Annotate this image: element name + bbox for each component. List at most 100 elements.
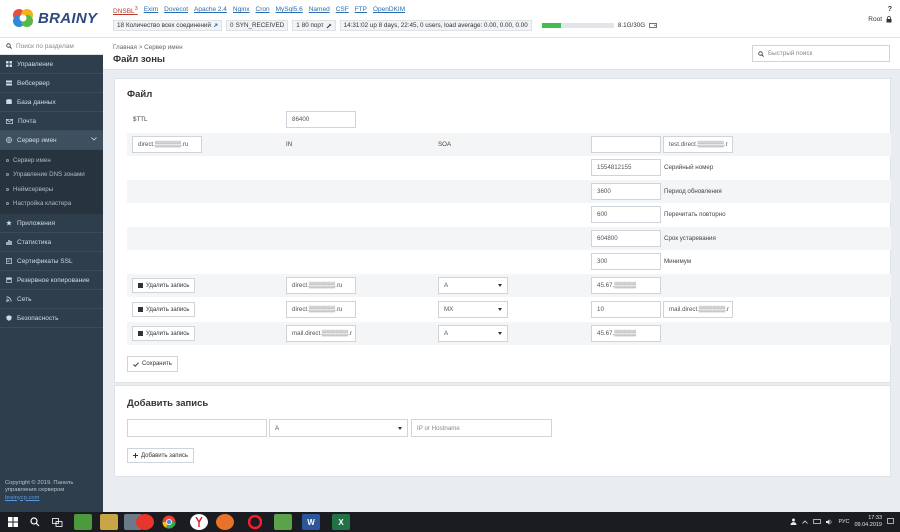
person-icon[interactable] (790, 518, 797, 525)
quick-search[interactable]: Быстрый поиск (752, 45, 890, 62)
service-link-exim[interactable]: Exim (144, 6, 158, 15)
search-icon[interactable] (26, 514, 44, 530)
expire-label: Срок устаревания (664, 235, 716, 242)
record-row-3 (127, 322, 891, 345)
sidebar-search-input[interactable]: Поиск по разделам (16, 43, 74, 50)
service-link-cron[interactable]: Cron (256, 6, 270, 15)
service-link-apache[interactable]: Apache 2.4 (194, 6, 227, 15)
app-icon-2[interactable] (100, 514, 118, 530)
add-name-input[interactable] (127, 419, 267, 437)
help-icon[interactable]: ? (888, 6, 892, 13)
plus-icon (133, 453, 138, 458)
refresh-input[interactable]: 3600 (591, 183, 661, 200)
add-record-button[interactable]: Добавить запись (127, 448, 194, 463)
sidebar-item-mail[interactable]: Почта (0, 112, 103, 131)
opera-icon[interactable] (246, 514, 264, 530)
breadcrumb-current[interactable]: Сервер имен (144, 44, 182, 51)
copyright-link[interactable]: brainycp.com (5, 495, 73, 503)
expire-input[interactable]: 604800 (591, 230, 661, 247)
bar-chart-icon (6, 239, 12, 245)
user-name[interactable]: Root (868, 16, 882, 23)
sidebar-search[interactable]: Поиск по разделам (0, 38, 103, 55)
record-type-select-3[interactable]: A (438, 325, 508, 342)
chrome-icon[interactable] (160, 514, 178, 530)
volume-icon[interactable] (826, 518, 833, 525)
chevron-up-icon[interactable] (802, 519, 809, 524)
delete-record-button-1[interactable]: Удалить запись (132, 278, 196, 293)
sidebar-item-database[interactable]: База данных (0, 93, 103, 112)
sidebar-item-applications[interactable]: Приложения (0, 214, 103, 233)
record-value-input-3[interactable]: 45.67.▒▒▒▒▒ (591, 325, 661, 342)
service-link-named[interactable]: Named (309, 6, 330, 15)
sidebar-item-ssl[interactable]: Сертификаты SSL (0, 252, 103, 271)
task-view-icon[interactable] (48, 514, 66, 530)
service-link-nginx[interactable]: Nginx (233, 6, 250, 15)
serial-input[interactable]: 1554812155 (591, 159, 661, 176)
vivaldi-icon[interactable] (136, 514, 154, 530)
soa-primary-input[interactable] (591, 136, 661, 153)
soa-email-input[interactable]: test.direct.▒▒▒▒▒▒.r (663, 136, 733, 153)
save-button[interactable]: Сохранить (127, 356, 178, 372)
record-value-input-2[interactable]: 10 (591, 301, 661, 318)
retry-input[interactable]: 600 (591, 206, 661, 223)
wrench-icon[interactable] (326, 23, 332, 29)
page-header: Главная > Сервер имен Файл зоны Быстрый … (103, 38, 900, 70)
network-tray-icon[interactable] (813, 518, 822, 525)
submenu-item-nameservers[interactable]: Неймсерверы (0, 182, 103, 197)
record-name-input-1[interactable]: direct.▒▒▒▒▒▒.ru (286, 277, 356, 294)
record-type-select-2[interactable]: MX (438, 301, 508, 318)
sidebar-item-statistics[interactable]: Статистика (0, 233, 103, 252)
brand-logo[interactable]: BRAINY (12, 8, 97, 28)
delete-record-button-3[interactable]: Удалить запись (132, 326, 196, 341)
sidebar-item-management[interactable]: Управление (0, 55, 103, 74)
add-type-select[interactable]: A (269, 419, 408, 437)
submenu-item-dns-zones[interactable]: Управление DNS зонами (0, 168, 103, 183)
add-ip-input[interactable]: IP or Hostname (411, 419, 552, 437)
service-link-mysql[interactable]: MySql5.6 (276, 6, 303, 15)
service-link-dnsbl[interactable]: DNSBL3 (113, 6, 138, 15)
app-icon-4[interactable] (274, 514, 292, 530)
submenu-item-nameserver[interactable]: Сервер имен (0, 153, 103, 168)
windows-start-icon[interactable] (4, 514, 22, 530)
sidebar-item-webserver[interactable]: Вебсервер (0, 74, 103, 93)
soa-type-label: SOA (438, 141, 452, 148)
caret-down-icon (498, 308, 502, 311)
record-value-input-1[interactable]: 45.67.▒▒▒▒▒ (591, 277, 661, 294)
keyboard-language[interactable]: РУС (838, 519, 849, 525)
taskbar-clock[interactable]: 17:33 09.04.2019 (854, 515, 882, 528)
record-name-input-3[interactable]: mail.direct.▒▒▒▒▒▒.r (286, 325, 356, 342)
record-type-select-1[interactable]: A (438, 277, 508, 294)
windows-taskbar: W X РУС 17:33 09.04.2019 (0, 512, 900, 532)
yandex-browser-icon[interactable] (190, 514, 208, 530)
delete-record-button-2[interactable]: Удалить запись (132, 302, 196, 317)
disk-usage-fill (541, 23, 562, 28)
hdd-icon (649, 23, 658, 28)
submenu-item-cluster[interactable]: Настройка кластера (0, 197, 103, 212)
record-name-input-2[interactable]: direct.▒▒▒▒▒▒.ru (286, 301, 356, 318)
firefox-icon[interactable] (216, 514, 234, 530)
service-link-ftp[interactable]: FTP (355, 6, 367, 15)
retry-label: Перечитать повторно (664, 211, 726, 218)
sidebar-item-label: Сертификаты SSL (17, 257, 73, 265)
ttl-input[interactable]: 86400 (286, 111, 356, 128)
lock-icon[interactable] (886, 16, 892, 23)
check-icon (133, 361, 139, 367)
app-icon-1[interactable] (74, 514, 92, 530)
notification-icon[interactable] (887, 518, 894, 525)
soa-name-input[interactable]: direct.▒▒▒▒▒▒.ru (132, 136, 202, 153)
sidebar-item-nameserver[interactable]: Сервер имен (0, 131, 103, 150)
breadcrumb-home[interactable]: Главная (113, 44, 137, 51)
word-icon[interactable]: W (302, 514, 320, 530)
excel-icon[interactable]: X (332, 514, 350, 530)
record-extra-input-2[interactable]: mail.direct.▒▒▒▒▒▒.r (663, 301, 733, 318)
sidebar-item-backup[interactable]: Резервное копирование (0, 271, 103, 290)
service-link-opendkim[interactable]: OpenDKIM (373, 6, 405, 15)
quick-search-input[interactable]: Быстрый поиск (768, 50, 812, 57)
soa-class-label: IN (286, 141, 293, 148)
service-link-dovecot[interactable]: Dovecot (164, 6, 188, 15)
serial-label: Серийный номер (664, 164, 714, 171)
service-link-csf[interactable]: CSF (336, 6, 349, 15)
sidebar-item-network[interactable]: Сеть (0, 290, 103, 309)
sidebar-item-security[interactable]: Безопасность (0, 309, 103, 328)
minimum-input[interactable]: 300 (591, 253, 661, 270)
